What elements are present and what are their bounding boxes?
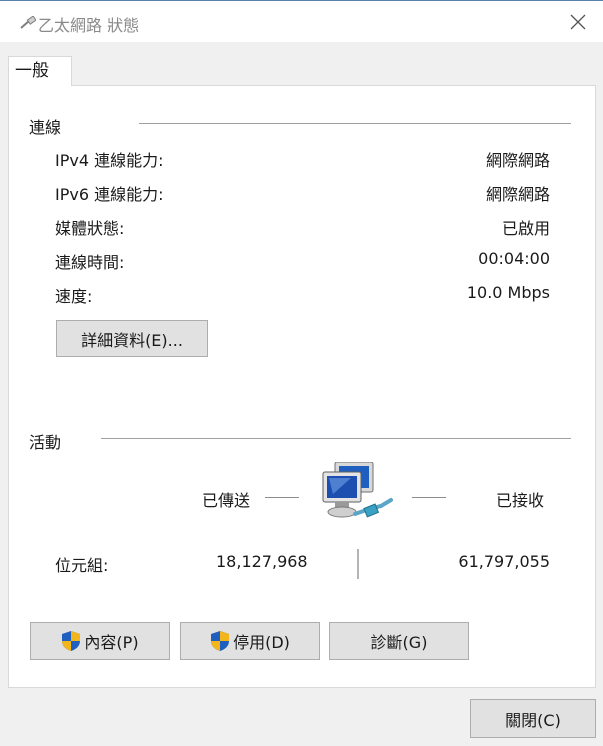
speed-label: 速度: <box>55 287 93 306</box>
connection-section-title: 連線 <box>29 118 62 137</box>
bytes-received-value: 61,797,055 <box>458 552 550 571</box>
media-state-label: 媒體狀態: <box>55 219 125 238</box>
ipv6-label: IPv6 連線能力: <box>55 185 164 204</box>
ipv6-value: 網際網路 <box>485 185 550 204</box>
close-icon <box>570 14 586 30</box>
received-label: 已接收 <box>496 491 545 510</box>
window-title: 乙太網路 狀態 <box>38 16 140 35</box>
network-computers-icon <box>322 462 393 518</box>
activity-divider <box>101 438 571 439</box>
disable-label: 停用(D) <box>233 633 290 652</box>
bytes-label: 位元組: <box>55 556 109 575</box>
general-panel: 連線 IPv4 連線能力: 網際網路 IPv6 連線能力: 網際網路 媒體狀態:… <box>8 85 596 688</box>
speed-value: 10.0 Mbps <box>466 283 550 302</box>
duration-label: 連線時間: <box>55 253 125 272</box>
duration-value: 00:04:00 <box>478 249 550 268</box>
properties-button[interactable]: 內容(P) <box>30 622 170 660</box>
ipv4-label: IPv4 連線能力: <box>55 151 164 170</box>
title-bar: 乙太網路 狀態 <box>0 0 603 42</box>
close-window-button[interactable] <box>563 7 593 37</box>
ipv4-value: 網際網路 <box>485 151 550 170</box>
uac-shield-icon <box>211 631 230 651</box>
connection-divider <box>139 123 571 124</box>
properties-label: 內容(P) <box>84 633 139 652</box>
sent-label: 已傳送 <box>202 491 251 510</box>
bytes-separator <box>357 549 359 579</box>
tab-general[interactable]: 一般 <box>8 56 72 86</box>
media-state-value: 已啟用 <box>501 219 550 238</box>
diagnose-button[interactable]: 診斷(G) <box>329 622 469 660</box>
bytes-sent-value: 18,127,968 <box>216 552 308 571</box>
received-line <box>412 497 446 498</box>
close-button[interactable]: 關閉(C) <box>470 699 596 738</box>
details-button[interactable]: 詳細資料(E)... <box>56 320 208 357</box>
activity-section-title: 活動 <box>29 433 62 452</box>
uac-shield-icon <box>62 631 81 651</box>
sent-line <box>265 497 299 498</box>
network-cable-icon <box>20 16 36 29</box>
disable-button[interactable]: 停用(D) <box>180 622 320 660</box>
